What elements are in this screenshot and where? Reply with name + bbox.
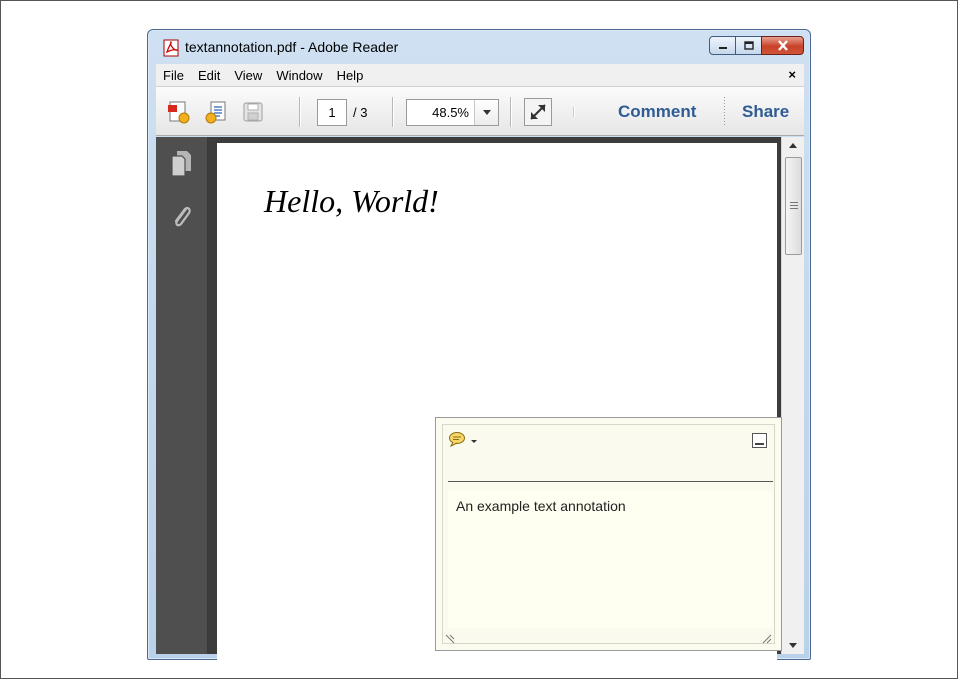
zoom-select[interactable]: 48.5%	[406, 99, 499, 126]
annotation-popup[interactable]: An example text annotation	[435, 417, 782, 651]
toolbar-separator	[573, 107, 574, 117]
toolbar: 1 / 3 48.5% Comment Share	[156, 86, 804, 136]
vertical-scrollbar[interactable]	[781, 137, 804, 654]
minimize-button[interactable]	[709, 36, 736, 55]
menu-window[interactable]: Window	[269, 68, 329, 83]
resize-grip-icon[interactable]	[444, 632, 456, 644]
menu-edit[interactable]: Edit	[191, 68, 227, 83]
grip-icon	[790, 202, 798, 211]
attachments-icon[interactable]	[170, 203, 192, 229]
minimize-icon	[718, 46, 727, 49]
pages-icon[interactable]	[170, 149, 192, 177]
navigation-pane	[156, 137, 208, 654]
title-bar[interactable]: textannotation.pdf - Adobe Reader	[148, 30, 810, 60]
note-text[interactable]: An example text annotation	[448, 491, 773, 628]
menu-file[interactable]: File	[156, 68, 191, 83]
menu-bar: File Edit View Window Help ×	[156, 64, 804, 86]
share-button[interactable]: Share	[742, 102, 789, 122]
zoom-value: 48.5%	[432, 105, 469, 120]
window-title: textannotation.pdf - Adobe Reader	[185, 39, 399, 55]
page-number-input[interactable]: 1	[317, 99, 347, 126]
save-icon[interactable]	[240, 99, 266, 125]
chevron-up-icon	[789, 143, 797, 148]
resize-grip-icon[interactable]	[761, 632, 773, 644]
pdf-file-icon	[163, 39, 181, 57]
page-text: Hello, World!	[264, 183, 439, 219]
zoom-dropdown-button[interactable]	[474, 100, 498, 125]
toolbar-separator	[724, 97, 725, 127]
note-divider	[448, 481, 773, 482]
scroll-down-button[interactable]	[782, 637, 804, 654]
chevron-down-icon	[482, 110, 491, 115]
close-document-button[interactable]: ×	[788, 67, 796, 82]
scroll-thumb[interactable]	[785, 157, 802, 255]
export-pdf-icon[interactable]	[203, 99, 229, 125]
page-total: / 3	[353, 105, 368, 120]
close-icon	[777, 40, 788, 51]
maximize-button[interactable]	[735, 36, 762, 55]
close-button[interactable]	[761, 36, 804, 55]
caption-buttons	[709, 36, 804, 55]
toolbar-separator	[510, 97, 511, 127]
minimize-note-button[interactable]	[752, 433, 767, 448]
maximize-icon	[743, 41, 754, 50]
comment-bubble-icon[interactable]	[448, 431, 478, 452]
scroll-up-button[interactable]	[782, 137, 804, 154]
chevron-down-icon	[789, 643, 797, 648]
toolbar-separator	[299, 97, 300, 127]
fullscreen-icon[interactable]	[524, 98, 552, 126]
menu-help[interactable]: Help	[330, 68, 371, 83]
menu-view[interactable]: View	[227, 68, 269, 83]
create-pdf-icon[interactable]	[166, 99, 192, 125]
comment-button[interactable]: Comment	[618, 102, 696, 122]
toolbar-separator	[392, 97, 393, 127]
